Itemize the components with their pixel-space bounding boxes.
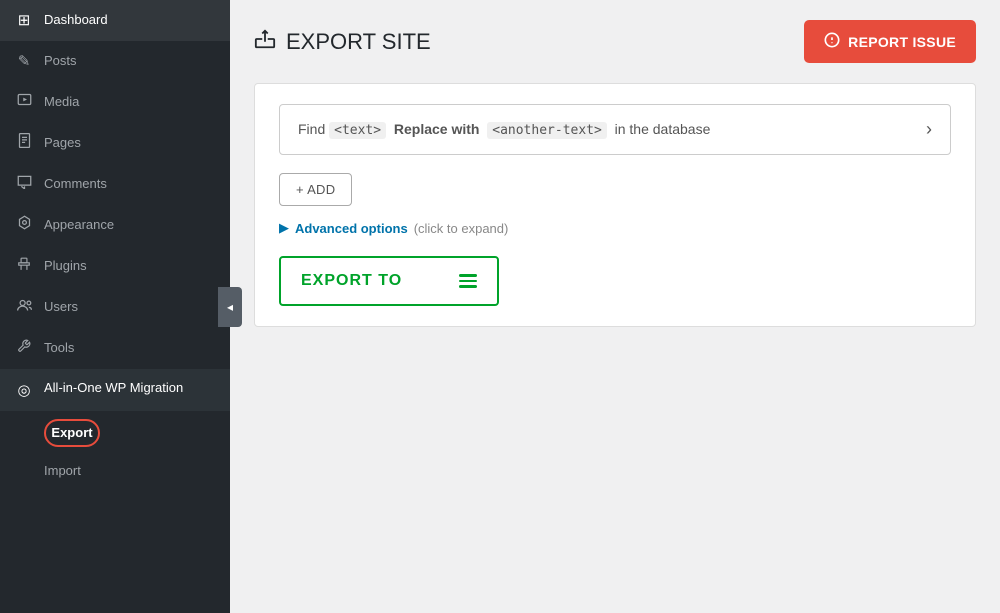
allinone-icon: ◎ [14,380,34,401]
sidebar-item-tools[interactable]: Tools [0,328,230,369]
export-site-icon [254,28,276,56]
add-button[interactable]: + ADD [279,173,352,206]
report-issue-button[interactable]: REPORT ISSUE [804,20,976,63]
appearance-icon [14,215,34,236]
sidebar-item-label: Pages [44,134,81,152]
hamburger-icon [459,274,477,288]
sidebar: ⊞ Dashboard ✎ Posts Media Pages Comments… [0,0,230,613]
posts-icon: ✎ [14,51,34,72]
sidebar-item-media[interactable]: Media [0,82,230,123]
export-label: Export [44,419,100,447]
media-icon [14,92,34,113]
sidebar-item-label: All-in-One WP Migration [44,379,183,397]
users-icon [14,297,34,318]
sidebar-item-pages[interactable]: Pages [0,123,230,164]
sidebar-item-dashboard[interactable]: ⊞ Dashboard [0,0,230,41]
advanced-options-hint: (click to expand) [414,221,509,236]
allinone-submenu: Export Import [0,411,230,486]
sidebar-item-users[interactable]: Users [0,287,230,328]
import-label: Import [44,463,81,478]
content-box: Find <text> Replace with <another-text> … [254,83,976,327]
sidebar-item-plugins[interactable]: Plugins [0,246,230,287]
comments-icon [14,174,34,195]
sidebar-item-label: Tools [44,339,74,357]
sidebar-item-label: Appearance [44,216,114,234]
sidebar-submenu-item-export[interactable]: Export [0,411,230,455]
advanced-options-label: Advanced options [295,221,408,236]
main-content: EXPORT SITE REPORT ISSUE Find <text> Rep… [230,0,1000,613]
sidebar-item-comments[interactable]: Comments [0,164,230,205]
sidebar-submenu-item-import[interactable]: Import [0,455,230,486]
plugins-icon [14,256,34,277]
sidebar-item-label: Plugins [44,257,87,275]
find-replace-bar[interactable]: Find <text> Replace with <another-text> … [279,104,951,155]
tools-icon [14,338,34,359]
sidebar-item-label: Dashboard [44,11,108,29]
sidebar-collapse-arrow[interactable]: ◂ [218,287,242,327]
add-button-label: + ADD [296,182,335,197]
export-to-button[interactable]: EXPORT TO [279,256,499,306]
sidebar-item-allinone[interactable]: ◎ All-in-One WP Migration [0,369,230,411]
find-replace-chevron-icon: › [926,119,932,140]
page-header: EXPORT SITE REPORT ISSUE [254,20,976,63]
advanced-options-arrow-icon: ▶ [279,220,289,236]
sidebar-item-label: Users [44,298,78,316]
warning-icon [824,32,840,51]
sidebar-item-label: Media [44,93,79,111]
report-issue-label: REPORT ISSUE [848,34,956,50]
find-replace-text: Find <text> Replace with <another-text> … [298,121,710,138]
sidebar-item-appearance[interactable]: Appearance [0,205,230,246]
export-to-label: EXPORT TO [301,272,402,290]
sidebar-item-label: Comments [44,175,107,193]
dashboard-icon: ⊞ [14,10,34,31]
sidebar-item-label: Posts [44,52,77,70]
advanced-options[interactable]: ▶ Advanced options (click to expand) [279,220,951,236]
collapse-chevron-icon: ◂ [227,300,233,314]
pages-icon [14,133,34,154]
page-title: EXPORT SITE [254,28,431,56]
sidebar-item-posts[interactable]: ✎ Posts [0,41,230,82]
